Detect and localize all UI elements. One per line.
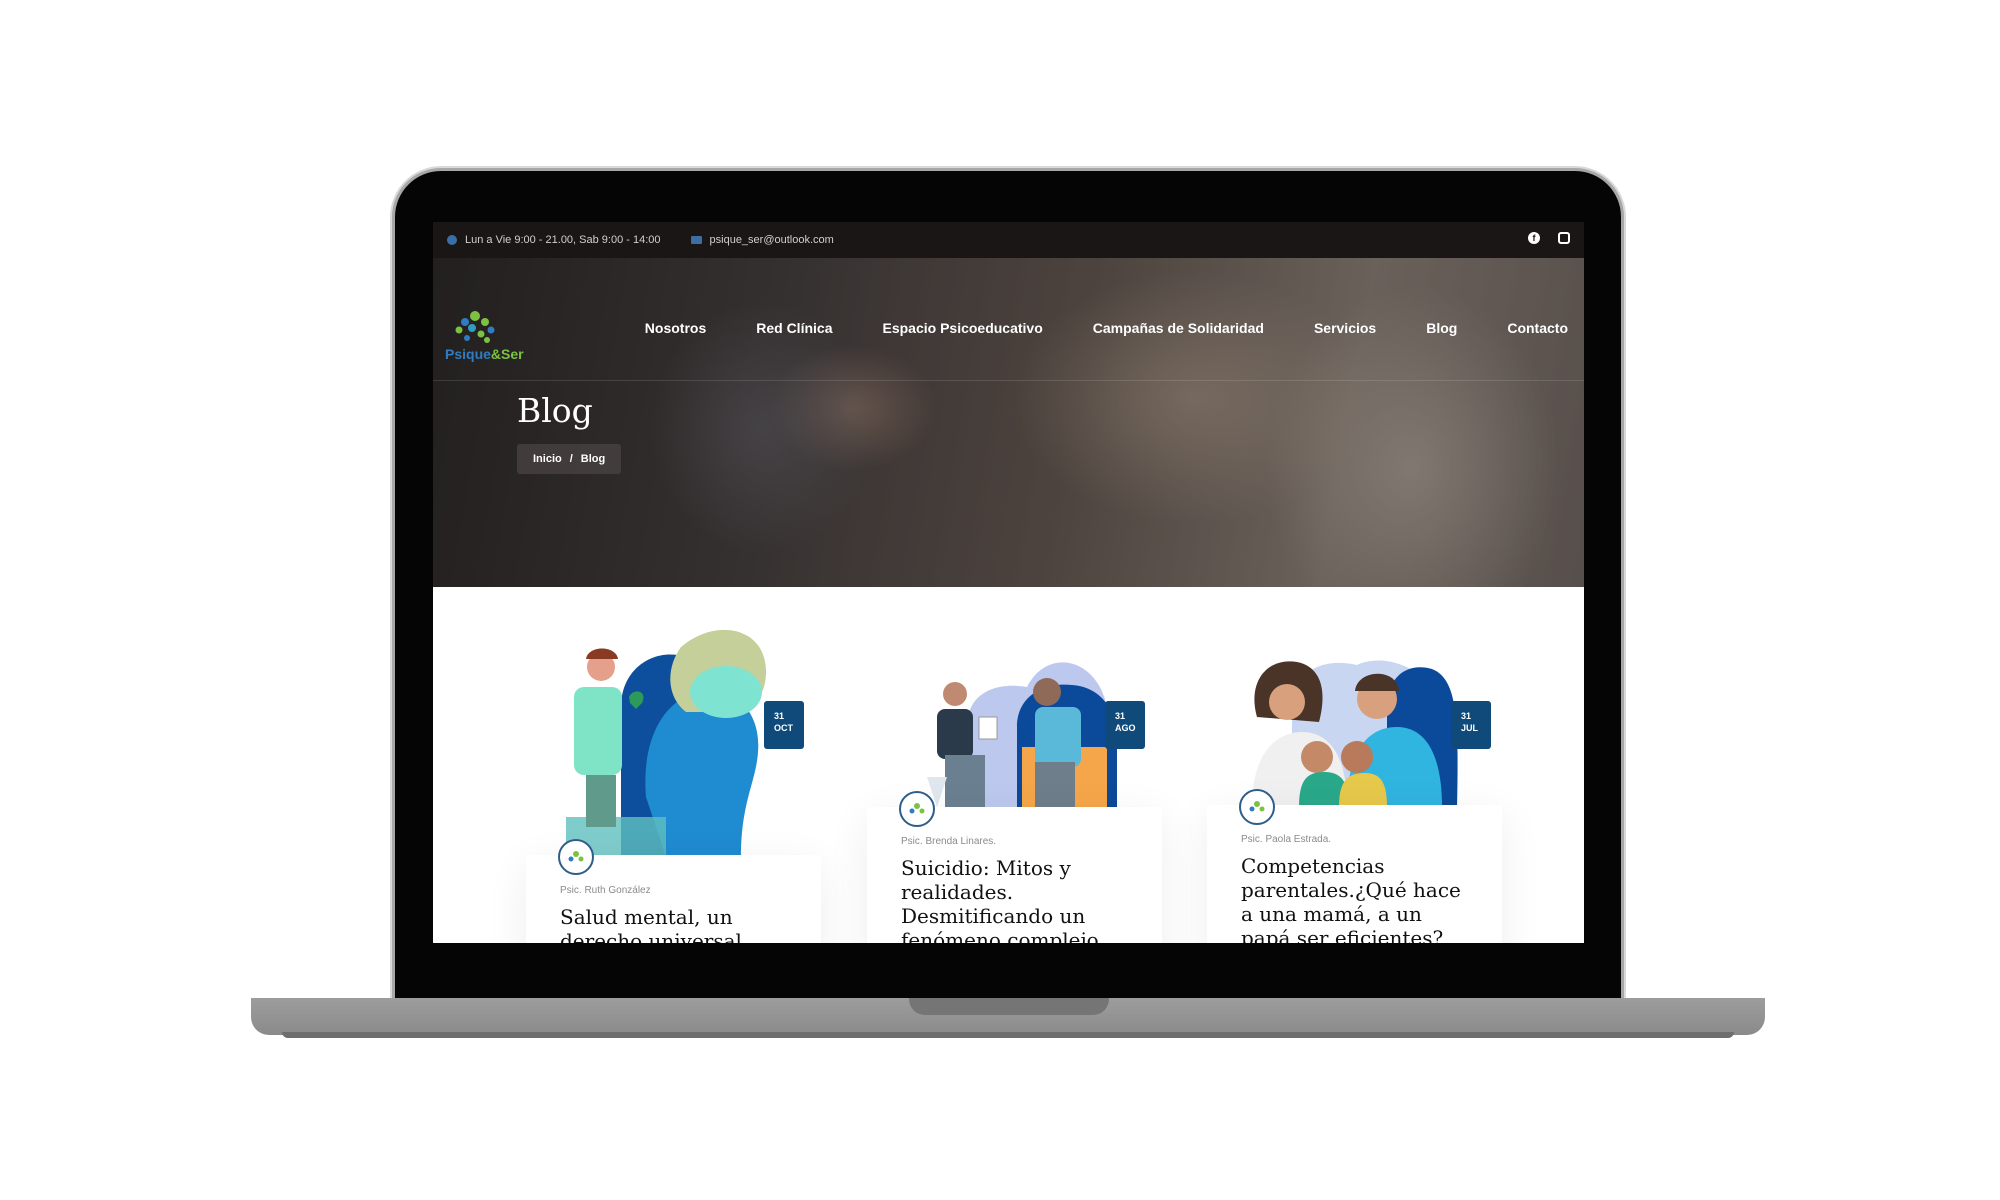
breadcrumb-separator: / (569, 453, 573, 465)
post-author: Psic. Paola Estrada. (1241, 834, 1332, 845)
date-day: 31 (1461, 711, 1472, 721)
date-month: JUL (1461, 723, 1479, 733)
laptop-base-edge (282, 1032, 1734, 1038)
nav-campanas-solidaridad[interactable]: Campañas de Solidaridad (1093, 320, 1264, 336)
social-links: f (1528, 232, 1570, 244)
website-screen: Lun a Vie 9:00 - 21.00, Sab 9:00 - 14:00… (433, 222, 1584, 943)
hours-info: Lun a Vie 9:00 - 21.00, Sab 9:00 - 14:00 (447, 234, 661, 246)
top-info-bar: Lun a Vie 9:00 - 21.00, Sab 9:00 - 14:00… (433, 222, 1584, 258)
nav-contacto[interactable]: Contacto (1507, 320, 1568, 336)
email-text[interactable]: psique_ser@outlook.com (710, 234, 834, 246)
page-title: Blog (517, 391, 593, 430)
instagram-icon[interactable] (1558, 232, 1570, 244)
date-badge: 31 AGO (1105, 701, 1145, 749)
author-avatar (899, 791, 935, 827)
date-month: AGO (1115, 723, 1136, 733)
post-author: Psic. Ruth González (560, 885, 651, 896)
clock-icon (447, 235, 457, 245)
post-title[interactable]: Suicidio: Mitos y realidades. Desmitific… (901, 856, 1137, 943)
author-avatar (558, 839, 594, 875)
email-info[interactable]: psique_ser@outlook.com (690, 234, 834, 246)
author-avatar (1239, 789, 1275, 825)
logo-icon (909, 803, 925, 814)
date-badge: 31 JUL (1451, 701, 1491, 749)
logo-icon (1249, 801, 1265, 812)
facebook-icon[interactable]: f (1528, 232, 1540, 244)
logo-text: Psique&Ser (445, 346, 524, 362)
main-nav: Nosotros Red Clínica Espacio Psicoeducat… (595, 320, 1568, 336)
breadcrumb-home[interactable]: Inicio (533, 453, 562, 465)
post-title[interactable]: Salud mental, un derecho universal (560, 905, 796, 943)
post-author: Psic. Brenda Linares. (901, 836, 997, 847)
breadcrumb-current: Blog (580, 453, 606, 465)
post-title[interactable]: Competencias parentales.¿Qué hace a una … (1241, 854, 1477, 943)
post-illustration (1252, 660, 1458, 807)
blog-list: 31 OCT Psic. Ruth González Salud mental,… (433, 587, 1584, 943)
nav-blog[interactable]: Blog (1426, 320, 1457, 336)
nav-red-clinica[interactable]: Red Clínica (756, 320, 832, 336)
logo-icon (455, 311, 495, 343)
nav-servicios[interactable]: Servicios (1314, 320, 1376, 336)
date-day: 31 (774, 711, 785, 721)
hero-banner: Psique&Ser Nosotros Red Clínica Espacio … (433, 258, 1584, 587)
header-divider (433, 380, 1584, 381)
date-badge: 31 OCT (764, 701, 804, 749)
post-illustration (927, 662, 1117, 807)
nav-nosotros[interactable]: Nosotros (645, 320, 706, 336)
date-month: OCT (774, 723, 793, 733)
logo-icon (568, 851, 584, 862)
laptop-notch (909, 998, 1109, 1015)
date-day: 31 (1115, 711, 1126, 721)
hours-text: Lun a Vie 9:00 - 21.00, Sab 9:00 - 14:00 (465, 234, 661, 246)
nav-espacio-psicoeducativo[interactable]: Espacio Psicoeducativo (882, 320, 1042, 336)
breadcrumb: Inicio / Blog (517, 444, 622, 474)
site-logo[interactable]: Psique&Ser (445, 310, 524, 362)
mail-icon (690, 236, 702, 244)
